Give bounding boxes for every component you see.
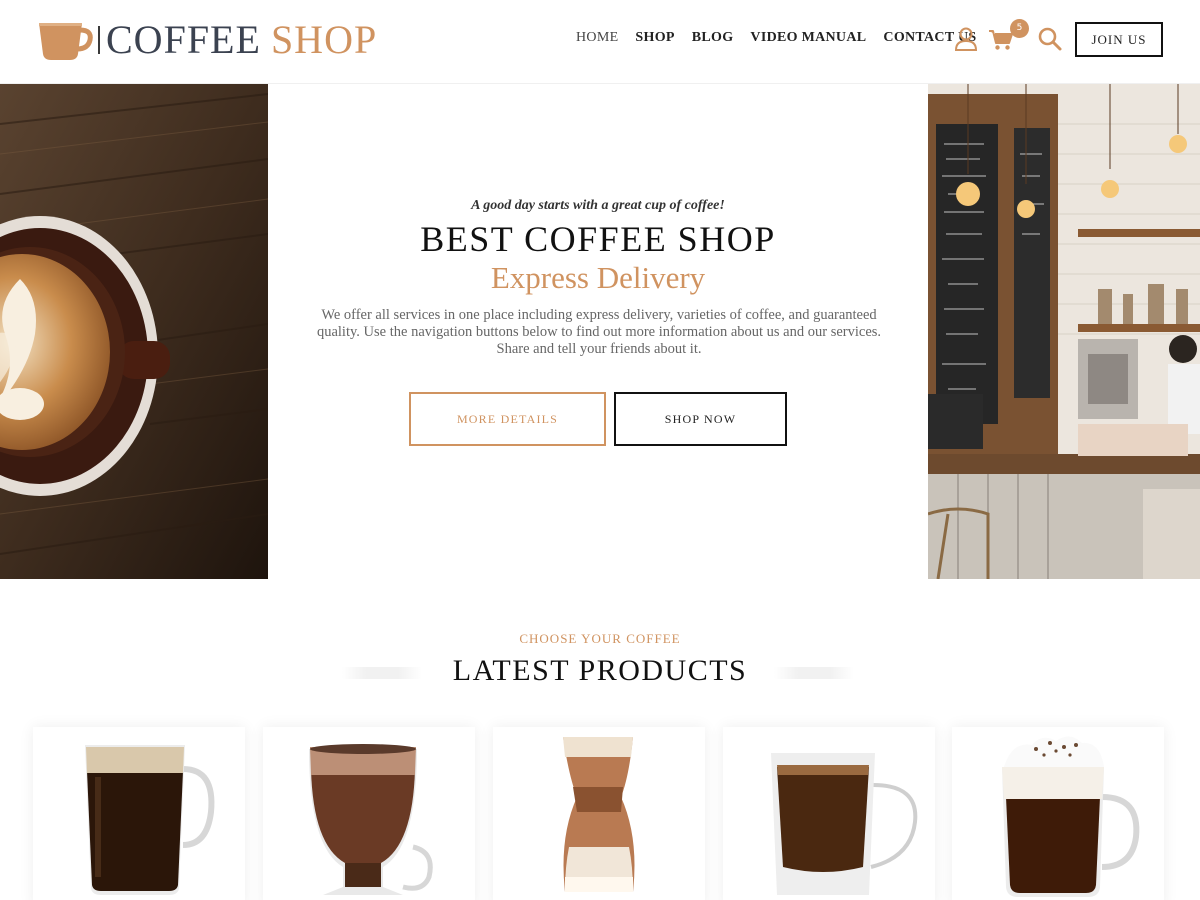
hero-content: A good day starts with a great cup of co… bbox=[268, 84, 928, 579]
hero-title: BEST COFFEE SHOP bbox=[420, 219, 776, 259]
section-kicker: CHOOSE YOUR COFFEE bbox=[519, 631, 681, 646]
site-logo[interactable]: COFFEE SHOP bbox=[36, 18, 377, 62]
product-image-mocha bbox=[309, 744, 433, 895]
coffee-cup-logo-icon bbox=[39, 23, 93, 60]
title-decoration-right bbox=[774, 667, 854, 679]
nav-video-manual[interactable]: VIDEO MANUAL bbox=[750, 30, 866, 46]
hero-latte-photo bbox=[0, 84, 268, 579]
product-image-latte-macchiato bbox=[563, 737, 635, 892]
join-us-button[interactable]: JOIN US bbox=[1075, 22, 1163, 57]
section-title: LATEST PRODUCTS bbox=[452, 654, 748, 687]
hero-tagline: A good day starts with a great cup of co… bbox=[471, 198, 725, 213]
more-details-button[interactable]: MORE DETAILS bbox=[409, 392, 606, 446]
product-image-irish-coffee bbox=[85, 745, 215, 895]
product-card[interactable] bbox=[723, 727, 935, 900]
nav-blog[interactable]: BLOG bbox=[692, 30, 734, 46]
hero-description: We offer all services in one place inclu… bbox=[316, 307, 882, 357]
hero-subtitle: Express Delivery bbox=[490, 260, 706, 295]
site-header: COFFEE SHOP HOME SHOP BLOG VIDEO MANUAL C… bbox=[0, 0, 1200, 84]
product-card[interactable] bbox=[952, 727, 1164, 900]
search-icon[interactable] bbox=[1037, 26, 1063, 52]
shop-now-button[interactable]: SHOP NOW bbox=[614, 392, 787, 446]
main-nav: HOME SHOP BLOG VIDEO MANUAL CONTACT US bbox=[576, 30, 994, 46]
logo-wordmark: COFFEE SHOP bbox=[106, 18, 377, 62]
product-card[interactable] bbox=[263, 727, 475, 900]
nav-home[interactable]: HOME bbox=[576, 30, 618, 46]
product-card[interactable] bbox=[493, 727, 705, 900]
product-card[interactable] bbox=[33, 727, 245, 900]
cart-count-badge: 5 bbox=[1010, 19, 1029, 38]
hero-cafe-interior-photo bbox=[928, 84, 1200, 579]
logo-word-coffee: COFFEE bbox=[106, 17, 261, 62]
product-image-cream-coffee bbox=[1002, 736, 1140, 897]
logo-separator bbox=[98, 26, 100, 54]
logo-word-shop: SHOP bbox=[270, 17, 378, 62]
user-icon[interactable] bbox=[953, 26, 979, 52]
nav-shop[interactable]: SHOP bbox=[635, 30, 674, 46]
product-image-americano bbox=[771, 753, 918, 895]
